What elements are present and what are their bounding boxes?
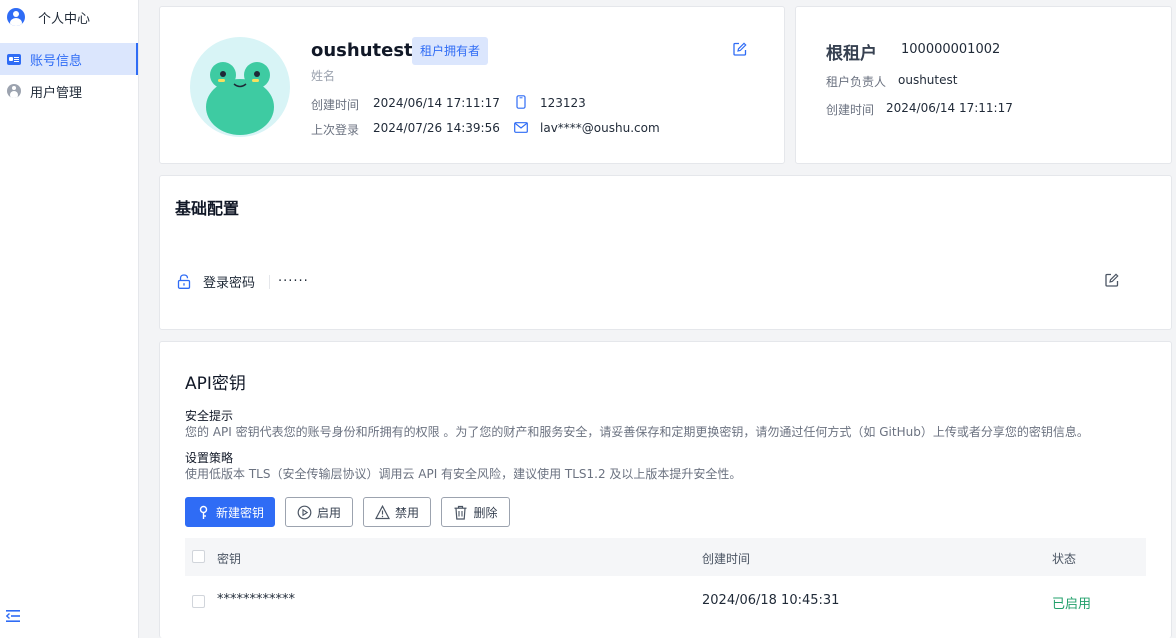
- delete-button[interactable]: 删除: [441, 497, 510, 527]
- key-value: ************: [217, 592, 295, 607]
- new-key-button[interactable]: 新建密钥: [185, 497, 275, 527]
- sidebar-item-account-info[interactable]: 账号信息: [0, 43, 138, 75]
- sidebar-item-label: 账号信息: [30, 53, 83, 69]
- role-badge: 租户拥有者: [412, 37, 489, 65]
- profile-name: oushutest: [311, 40, 413, 61]
- security-tip-body: 您的 API 密钥代表您的账号身份和所拥有的权限 。为了您的财产和服务安全，请妥…: [185, 425, 1089, 439]
- password-label: 登录密码: [203, 276, 256, 291]
- last-login-label: 上次登录: [311, 123, 360, 137]
- password-row: 登录密码 ······: [177, 272, 309, 291]
- table-header: 密钥 创建时间 状态: [185, 538, 1146, 576]
- select-all-checkbox[interactable]: [192, 550, 205, 563]
- status-badge: 已启用: [1052, 597, 1092, 612]
- delete-label: 删除: [473, 505, 498, 520]
- edit-password-icon[interactable]: [1105, 273, 1119, 287]
- security-tip-title: 安全提示: [185, 409, 234, 423]
- disable-button[interactable]: 禁用: [363, 497, 431, 527]
- api-key-title: API密钥: [185, 374, 246, 394]
- collapse-menu-icon[interactable]: [6, 610, 20, 622]
- tenant-owner-value: oushutest: [898, 73, 958, 87]
- key-icon: [199, 505, 208, 519]
- basic-config-title: 基础配置: [175, 199, 240, 218]
- tenant-title: 根租户: [826, 44, 877, 64]
- sidebar-header-label: 个人中心: [38, 11, 91, 27]
- column-header-created: 创建时间: [702, 552, 751, 566]
- id-card-icon: [7, 53, 21, 65]
- user-icon: [7, 84, 21, 98]
- api-key-card: API密钥 安全提示 您的 API 密钥代表您的账号身份和所拥有的权限 。为了您…: [159, 341, 1172, 638]
- column-header-key: 密钥: [217, 552, 242, 566]
- divider: [269, 274, 271, 289]
- row-checkbox[interactable]: [192, 595, 205, 608]
- column-header-status: 状态: [1052, 552, 1077, 566]
- sidebar-header: 个人中心: [0, 0, 138, 34]
- avatar: [190, 37, 290, 137]
- password-value: ······: [278, 274, 309, 289]
- phone-icon: [516, 95, 526, 109]
- tenant-created-label: 创建时间: [826, 103, 875, 117]
- trash-icon: [454, 505, 467, 520]
- policy-tip-title: 设置策略: [185, 451, 234, 465]
- frog-avatar-icon: [206, 62, 274, 135]
- user-center-icon: [7, 8, 25, 26]
- profile-card: oushutest 租户拥有者 姓名 创建时间 2024/06/14 17:11…: [159, 6, 785, 164]
- created-time-value: 2024/06/14 17:11:17: [373, 96, 500, 110]
- email-icon: [514, 122, 528, 133]
- profile-subtitle: 姓名: [311, 69, 336, 83]
- sidebar: 个人中心 账号信息 用户管理: [0, 0, 139, 638]
- enable-button[interactable]: 启用: [285, 497, 353, 527]
- policy-tip-body: 使用低版本 TLS（安全传输层协议）调用云 API 有安全风险，建议使用 TLS…: [185, 467, 742, 481]
- tenant-owner-label: 租户负责人: [826, 75, 887, 89]
- last-login-value: 2024/07/26 14:39:56: [373, 121, 500, 135]
- enable-label: 启用: [316, 505, 341, 520]
- email-value: lav****@oushu.com: [540, 121, 660, 135]
- sidebar-item-user-management[interactable]: 用户管理: [0, 75, 138, 107]
- lock-icon: [177, 274, 191, 289]
- tenant-card: 根租户 100000001002 租户负责人 oushutest 创建时间 20…: [795, 6, 1172, 164]
- sidebar-item-label: 用户管理: [30, 85, 83, 101]
- basic-config-card: 基础配置 登录密码 ······: [159, 175, 1172, 330]
- tenant-id: 100000001002: [901, 42, 1001, 57]
- play-circle-icon: [297, 505, 312, 519]
- new-key-label: 新建密钥: [215, 505, 264, 520]
- table-row: ************ 2024/06/18 10:45:31 已启用: [185, 582, 1146, 622]
- tenant-created-value: 2024/06/14 17:11:17: [886, 101, 1013, 115]
- phone-value: 123123: [540, 96, 586, 110]
- disable-label: 禁用: [394, 505, 419, 520]
- warning-icon: [374, 504, 390, 519]
- key-created-value: 2024/06/18 10:45:31: [702, 593, 840, 608]
- created-time-label: 创建时间: [311, 98, 360, 112]
- edit-profile-icon[interactable]: [733, 42, 747, 56]
